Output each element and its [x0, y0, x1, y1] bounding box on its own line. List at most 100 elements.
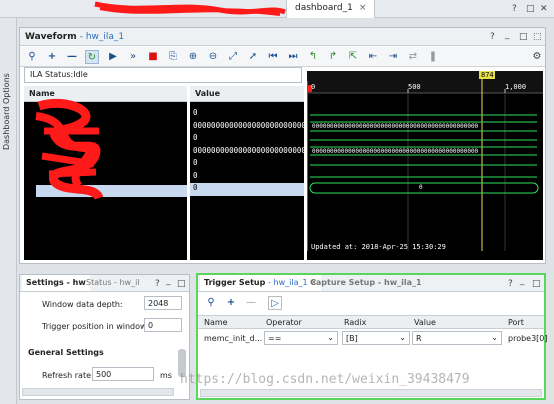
minimize-icon[interactable]: _	[505, 30, 510, 40]
bus-value: 0000000000000000000000000000000000000000…	[312, 148, 479, 155]
trigger-position-label: Trigger position in window:	[42, 322, 149, 331]
ruler-label: 0	[311, 83, 316, 91]
run-immediate-icon[interactable]: »	[126, 50, 140, 64]
previous-marker-icon[interactable]: ⇤	[366, 50, 380, 64]
settings-panel: Settings - hw Status - hw_il ? _ □ Windo…	[19, 274, 190, 400]
radix-value: [B]	[346, 334, 358, 343]
refresh-rate-unit: ms	[160, 371, 172, 380]
help-icon[interactable]: ?	[508, 279, 513, 289]
column-port[interactable]: Port	[508, 318, 524, 327]
trigger-row[interactable]: memc_init_d... == ⌄ [B] ⌄ R ⌄ probe3[0]	[198, 331, 548, 346]
signal-value: 0	[193, 133, 198, 142]
operator-select[interactable]: == ⌄	[264, 331, 338, 345]
add-probe-icon[interactable]: +	[224, 296, 238, 310]
tab-trigger-setup[interactable]: Trigger Setup - hw_ila_1 ✕	[200, 275, 322, 291]
dashboard-options-tab[interactable]: Dashboard Options	[2, 40, 14, 150]
ila-status: ILA Status:Idle	[24, 67, 302, 83]
export-icon[interactable]: ⎘	[166, 50, 180, 64]
signal-value-selected: 0	[190, 183, 304, 196]
close-window-icon[interactable]: ✕	[540, 4, 548, 14]
help-icon[interactable]: ?	[490, 32, 495, 42]
trigger-position-input[interactable]: 0	[144, 318, 182, 332]
tab-capture-setup[interactable]: Capture Setup - hw_ila_1	[306, 275, 426, 291]
maximize-icon[interactable]: □	[526, 4, 535, 14]
bus-value: 0000000000000000000000000000000000000000…	[312, 123, 479, 130]
remove-probe-icon[interactable]: —	[244, 296, 258, 310]
tab-dashboard[interactable]: dashboard_1 ×	[286, 0, 376, 18]
chevron-down-icon: ⌄	[399, 333, 406, 342]
go-to-end-icon[interactable]: ⏭	[286, 50, 300, 64]
settings-tab-bar: Settings - hw Status - hw_il ? _ □	[20, 275, 189, 292]
remove-icon[interactable]: —	[65, 50, 79, 64]
signal-value: 0	[193, 158, 198, 167]
updated-timestamp: Updated at: 2018-Apr-25 15:30:29	[311, 243, 446, 251]
waveform-view[interactable]: 0 500 1,000 874 000000000000000000000000…	[306, 71, 543, 260]
chevron-down-icon: ⌄	[491, 333, 498, 342]
redacted-tabs-scribble	[94, 1, 286, 16]
refresh-rate-input[interactable]: 500	[92, 367, 154, 381]
value-column-header[interactable]: Value	[190, 86, 304, 102]
add-icon[interactable]: +	[45, 50, 59, 64]
window-depth-select[interactable]: 2048	[144, 296, 182, 310]
waveform-title-bar: Waveform - hw_ila_1	[20, 28, 545, 46]
previous-transition-icon[interactable]: ↰	[306, 50, 320, 64]
go-to-start-icon[interactable]: ⏮	[266, 50, 280, 64]
add-marker-icon[interactable]: ⇱	[346, 50, 360, 64]
minimize-icon[interactable]: _	[520, 276, 525, 286]
tab-settings[interactable]: Settings - hw	[22, 275, 90, 291]
trigger-table-header: Name Operator Radix Value Port	[198, 315, 544, 329]
column-operator[interactable]: Operator	[266, 318, 302, 327]
refresh-rate-value: 500	[96, 370, 112, 379]
operator-value: ==	[268, 334, 282, 343]
tab-trigger-setup-label: Trigger Setup	[204, 278, 266, 287]
waveform-toolbar: ⚲ + — ↻ ▶ » ■ ⎘ ⊕ ⊖ ⤢ ➚ ⏮ ⏭ ↰ ↱ ⇱ ⇤ ⇥ ⇄ …	[20, 47, 545, 67]
signal-value: 0000000000000000000000000000	[193, 120, 304, 130]
column-radix[interactable]: Radix	[344, 318, 366, 327]
waveform-title: Waveform	[25, 32, 77, 42]
tab-trigger-setup-sub: - hw_ila_1	[268, 278, 308, 287]
stop-icon[interactable]: ■	[146, 50, 160, 64]
swap-cursor-icon[interactable]: ⇄	[406, 50, 420, 64]
marker-icon[interactable]: ❚	[426, 50, 440, 64]
restore-icon[interactable]: ⬚	[533, 32, 542, 42]
signal-value: 0000000000000000000000000000	[193, 145, 304, 155]
trigger-condition-icon[interactable]: ▷	[268, 296, 282, 310]
run-trigger-icon[interactable]: ▶	[106, 50, 120, 64]
next-transition-icon[interactable]: ↱	[326, 50, 340, 64]
maximize-icon[interactable]: □	[532, 279, 541, 289]
minimize-icon[interactable]: _	[166, 276, 171, 286]
next-marker-icon[interactable]: ⇥	[386, 50, 400, 64]
waveform-canvas	[306, 71, 543, 251]
bus-marker-value: 0	[419, 184, 423, 191]
radix-select[interactable]: [B] ⌄	[342, 331, 410, 345]
ruler-label: 1,000	[505, 83, 527, 91]
settings-gear-icon[interactable]: ⚙	[530, 50, 544, 64]
help-icon[interactable]: ?	[155, 279, 160, 289]
maximize-icon[interactable]: □	[177, 279, 186, 289]
tab-dashboard-label: dashboard_1	[295, 3, 353, 13]
close-icon[interactable]: ×	[359, 3, 367, 13]
chevron-down-icon: ⌄	[327, 333, 334, 342]
help-icon[interactable]: ?	[512, 4, 517, 14]
trigger-probe-name: memc_init_d...	[204, 334, 263, 343]
zoom-out-icon[interactable]: ⊖	[206, 50, 220, 64]
value-select[interactable]: R ⌄	[412, 331, 502, 345]
column-value[interactable]: Value	[414, 318, 436, 327]
maximize-icon[interactable]: □	[519, 32, 528, 42]
zoom-fit-icon[interactable]: ⤢	[226, 50, 240, 64]
zoom-in-icon[interactable]: ⊕	[186, 50, 200, 64]
value-rows: 0 0000000000000000000000000 0 00 0 0000000…	[190, 108, 304, 196]
search-icon[interactable]: ⚲	[204, 296, 218, 310]
redacted-signal-names	[35, 98, 104, 201]
column-name[interactable]: Name	[204, 318, 228, 327]
search-icon[interactable]: ⚲	[25, 50, 39, 64]
trigger-tab-bar: Trigger Setup - hw_ila_1 ✕ Capture Setup…	[198, 275, 544, 292]
auto-trigger-icon[interactable]: ↻	[85, 50, 99, 64]
cursor-label[interactable]: 874	[481, 71, 494, 79]
trigger-h-scrollbar[interactable]	[200, 389, 542, 397]
cursor-icon[interactable]: ➚	[246, 50, 260, 64]
signal-value-list: Value 0 0000000000000000000000000 0 00 0 0…	[190, 86, 304, 260]
settings-h-scrollbar[interactable]	[22, 388, 174, 396]
trigger-port: probe3[0]	[508, 334, 548, 343]
tab-status[interactable]: Status - hw_il	[82, 275, 144, 291]
